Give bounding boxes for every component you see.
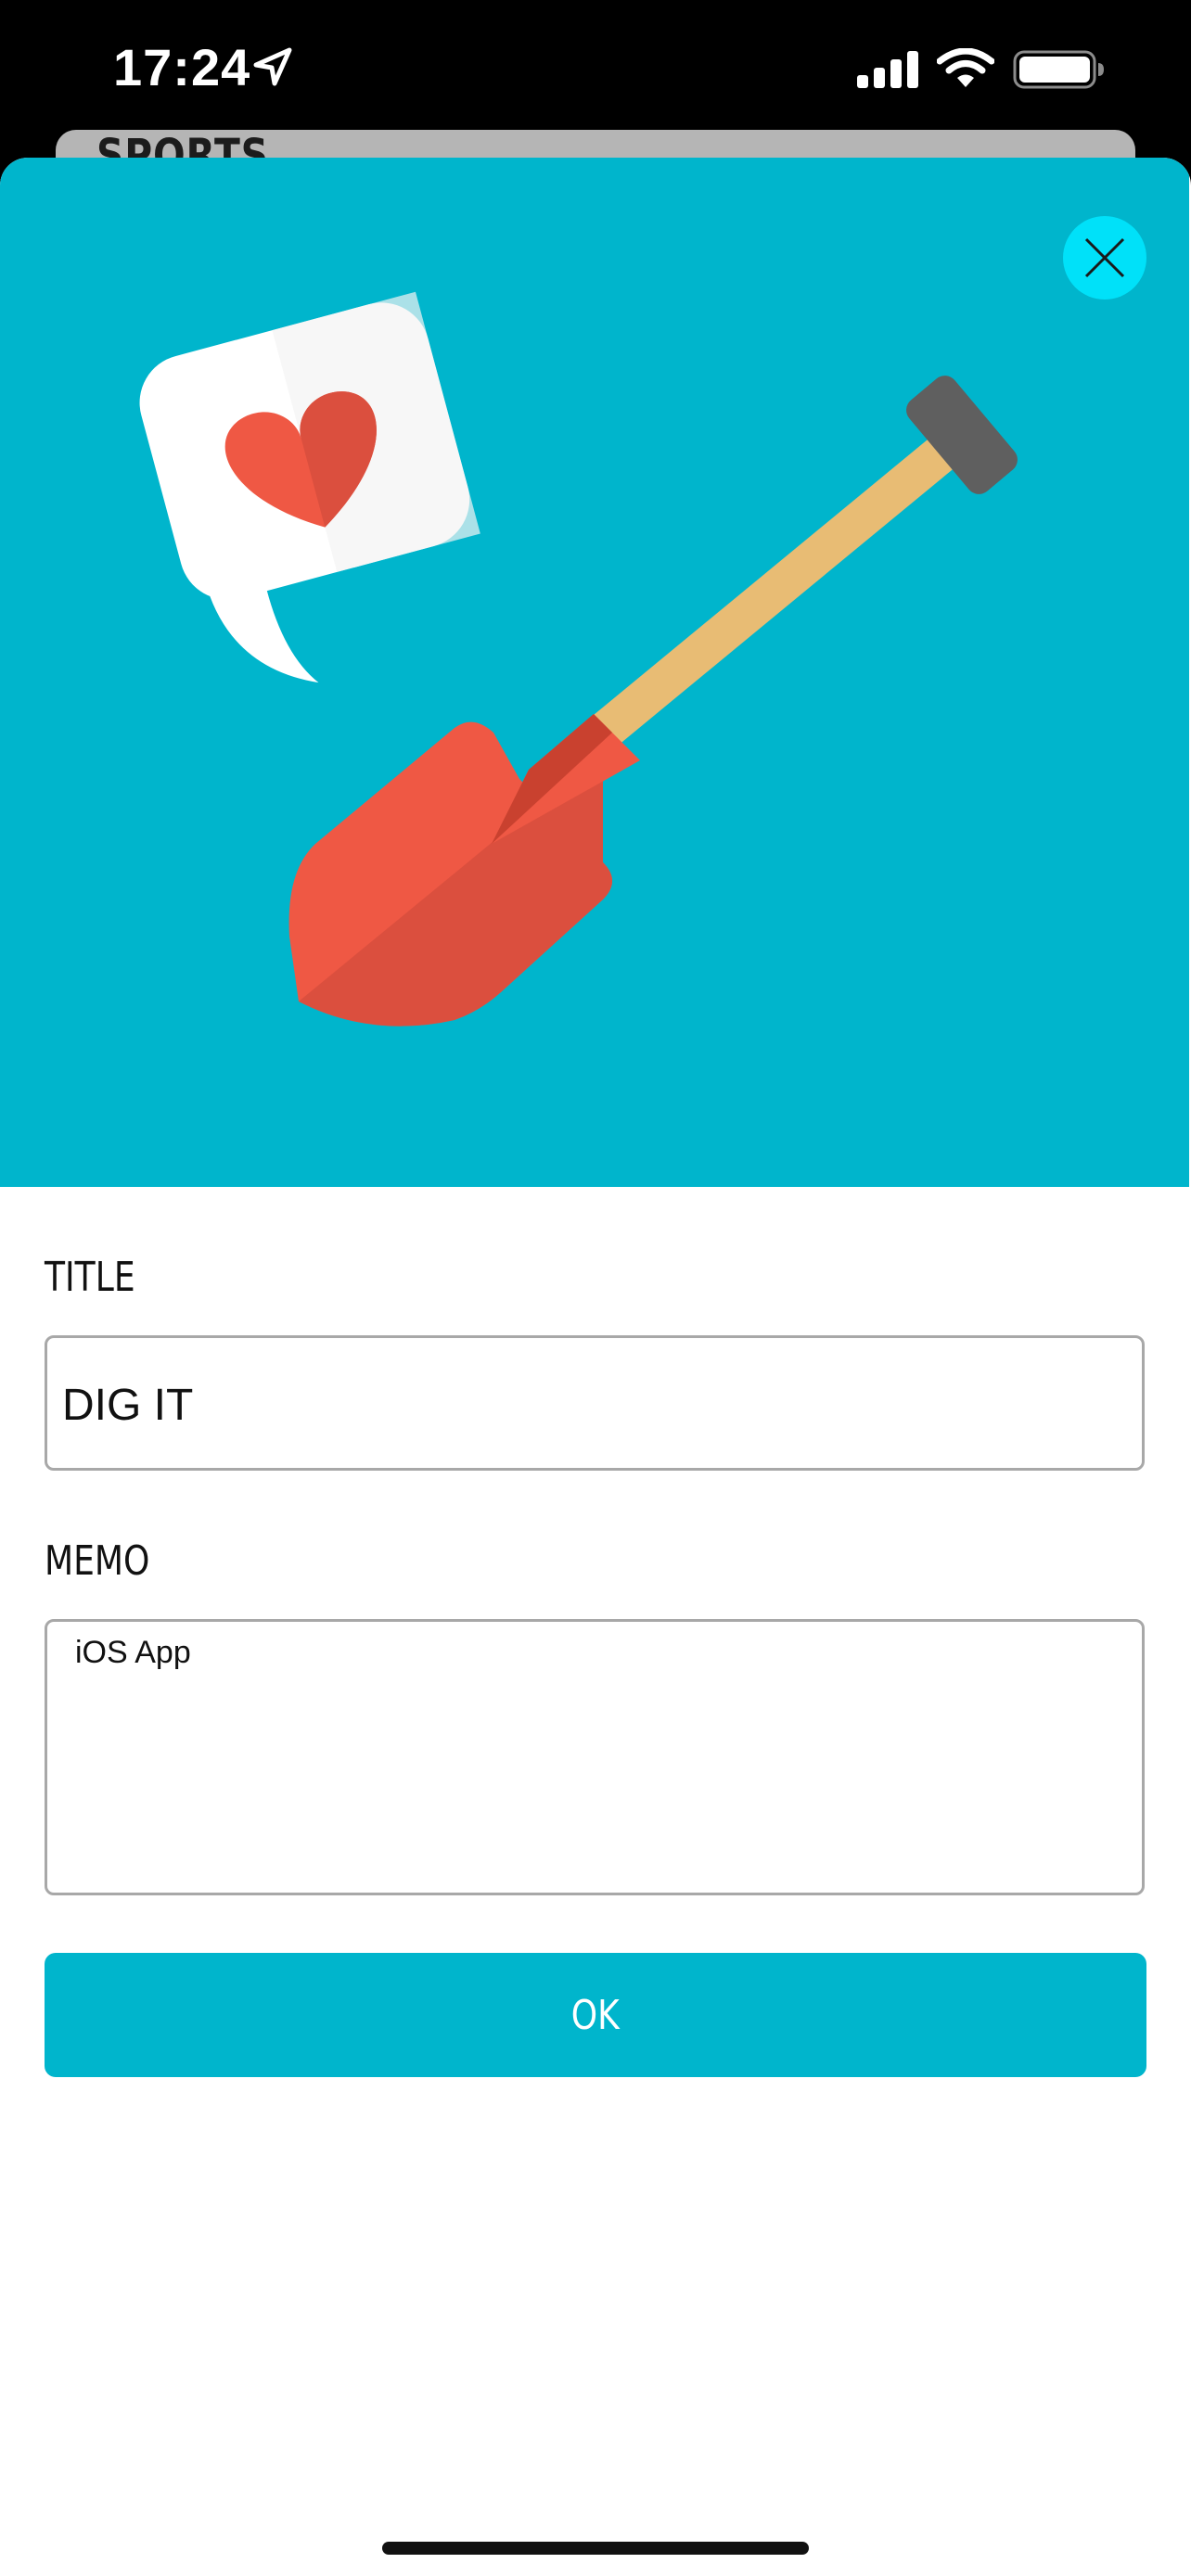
memo-textarea[interactable]: iOS App (45, 1619, 1145, 1895)
title-input[interactable]: DIG IT (45, 1335, 1145, 1471)
ok-button-label: OK (570, 1991, 621, 2039)
location-arrow-icon (253, 47, 292, 86)
hero-illustration (0, 158, 1189, 1187)
memo-label: MEMO (45, 1537, 150, 1585)
ok-button[interactable]: OK (45, 1953, 1146, 2077)
close-button[interactable] (1063, 216, 1146, 300)
heart-speech-bubble-icon (139, 291, 480, 683)
edit-sheet: TITLE DIG IT MEMO iOS App OK (0, 158, 1191, 2576)
status-bar: 17:24 (0, 0, 1191, 139)
status-time: 17:24 (113, 38, 251, 96)
battery-icon (1013, 50, 1104, 89)
title-label: TITLE (45, 1254, 135, 1301)
home-indicator[interactable] (382, 2542, 809, 2555)
close-icon (1084, 237, 1125, 278)
wifi-icon (937, 48, 994, 87)
cellular-signal-icon (857, 51, 918, 88)
